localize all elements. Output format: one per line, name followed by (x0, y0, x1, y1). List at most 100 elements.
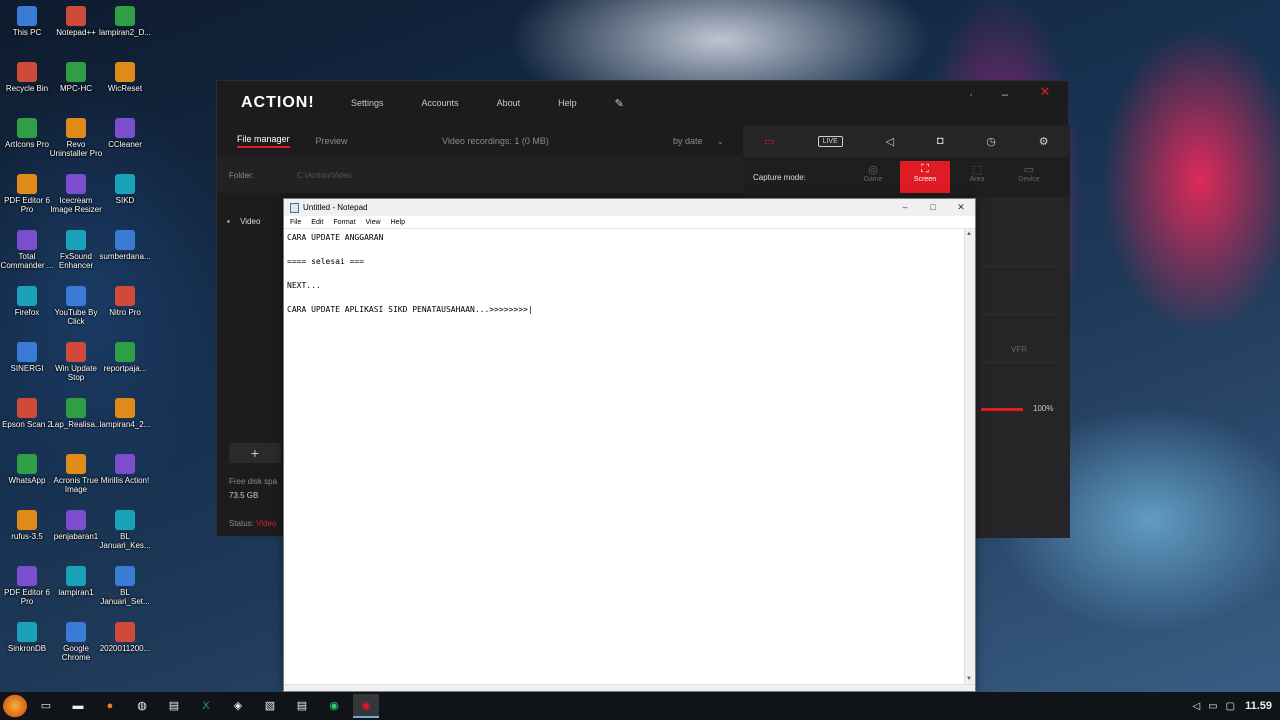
desktop-shortcut-label: reportpaja... (103, 364, 147, 373)
close-button[interactable]: ✕ (947, 199, 975, 216)
desktop-shortcut[interactable]: reportpaja... (98, 336, 152, 392)
volume-icon[interactable]: ◁ (1192, 701, 1200, 712)
vertical-scrollbar[interactable]: ▲ ▼ (964, 229, 975, 684)
add-button[interactable]: + (229, 443, 281, 463)
desktop-shortcut[interactable]: lampiran4_2... (98, 392, 152, 448)
desktop-shortcut-label: lampiran4_2... (99, 420, 151, 429)
menu-help[interactable]: Help (391, 219, 405, 226)
audio-icon[interactable]: ◁ (886, 135, 894, 148)
pin-icon[interactable]: · (969, 89, 973, 101)
desktop-shortcut[interactable]: Epson Scan 2 (0, 392, 54, 448)
desktop-shortcut[interactable]: ArtIcons Pro (0, 112, 54, 168)
app-icon[interactable]: ◈ (225, 694, 251, 718)
desktop-shortcut[interactable]: 2020011200... (98, 616, 152, 672)
notepad-icon[interactable]: ▧ (257, 694, 283, 718)
chevron-down-icon[interactable]: ⌄ (717, 137, 724, 146)
desktop-shortcut[interactable]: Total Commander ... (0, 224, 54, 280)
app-icon[interactable]: ◍ (129, 694, 155, 718)
desktop-shortcut[interactable]: This PC (0, 0, 54, 56)
desktop-shortcut[interactable]: Firefox (0, 280, 54, 336)
desktop-shortcut[interactable]: lampiran1 (49, 560, 103, 616)
desktop-shortcut[interactable]: Mirillis Action! (98, 448, 152, 504)
desktop-shortcut[interactable]: BL Januari_Kes... (98, 504, 152, 560)
video-folder-item[interactable]: ▪ Video (227, 217, 260, 226)
volume-slider[interactable] (981, 408, 1023, 411)
mode-device-button[interactable]: ▭ Device (1004, 161, 1054, 193)
menu-settings[interactable]: Settings (351, 98, 384, 108)
minimize-button[interactable]: – (891, 199, 919, 216)
desktop-shortcut[interactable]: sumberdana... (98, 224, 152, 280)
notepad-titlebar[interactable]: Untitled - Notepad – □ ✕ (284, 199, 975, 216)
settings-row[interactable] (981, 245, 1059, 267)
desktop-shortcut[interactable]: Lap_Realisa... (49, 392, 103, 448)
brush-icon[interactable]: ✎ (615, 97, 624, 110)
record-icon[interactable]: ▭ (764, 135, 774, 148)
start-button[interactable] (3, 694, 27, 718)
live-icon[interactable]: LIVE (817, 135, 843, 147)
desktop-shortcut[interactable]: rufus-3.5 (0, 504, 54, 560)
desktop-shortcut[interactable]: Revo Uninstaller Pro (49, 112, 103, 168)
desktop-shortcut-label: CCleaner (108, 140, 142, 149)
desktop-shortcut[interactable]: Recycle Bin (0, 56, 54, 112)
desktop-shortcut[interactable]: Notepad++ (49, 0, 103, 56)
desktop-shortcut[interactable]: Nitro Pro (98, 280, 152, 336)
desktop-icon[interactable]: ▭ (33, 694, 59, 718)
desktop-shortcut[interactable]: SINERGI (0, 336, 54, 392)
firefox-icon[interactable]: ● (97, 694, 123, 718)
desktop-shortcut[interactable]: FxSound Enhancer (49, 224, 103, 280)
maximize-button[interactable]: □ (919, 199, 947, 216)
menu-accounts[interactable]: Accounts (422, 98, 459, 108)
desktop-shortcut[interactable]: SinkronDB (0, 616, 54, 672)
sort-select[interactable]: by date (673, 136, 703, 146)
tab-file-manager[interactable]: File manager (237, 134, 290, 148)
desktop-shortcut[interactable]: penjabaran1 (49, 504, 103, 560)
desktop-shortcut[interactable]: Acronis True Image (49, 448, 103, 504)
mode-screen-button[interactable]: ⛶ Screen (900, 161, 950, 193)
notification-icon[interactable]: ▢ (1226, 701, 1235, 712)
desktop-shortcut[interactable]: Google Chrome (49, 616, 103, 672)
desktop-shortcut[interactable]: CCleaner (98, 112, 152, 168)
desktop-shortcut[interactable]: WhatsApp (0, 448, 54, 504)
clock[interactable]: 11.59 (1245, 700, 1272, 712)
desktop-shortcut[interactable]: lampiran2_D... (98, 0, 152, 56)
notepad-window[interactable]: Untitled - Notepad – □ ✕ File Edit Forma… (283, 198, 976, 692)
menu-format[interactable]: Format (333, 219, 355, 226)
mode-game-button[interactable]: ◎ Game (848, 161, 898, 193)
horizontal-scrollbar[interactable] (284, 684, 975, 691)
close-button[interactable]: ✕ (1022, 81, 1068, 103)
app-icon (17, 118, 37, 138)
network-icon[interactable]: ▭ (1208, 701, 1217, 712)
menu-edit[interactable]: Edit (311, 219, 323, 226)
menu-about[interactable]: About (497, 98, 521, 108)
desktop-shortcut[interactable]: Win Update Stop (49, 336, 103, 392)
camera-icon[interactable]: ◘ (937, 135, 944, 147)
settings-row[interactable] (981, 293, 1059, 315)
gear-icon[interactable]: ⚙ (1039, 135, 1049, 148)
file-explorer-icon[interactable]: ▬ (65, 694, 91, 718)
menu-help[interactable]: Help (558, 98, 577, 108)
desktop-shortcut[interactable]: PDF Editor 6 Pro (0, 560, 54, 616)
whatsapp-icon[interactable]: ◉ (321, 694, 347, 718)
mode-area-button[interactable]: ⬚ Area (952, 161, 1002, 193)
desktop-shortcut[interactable]: WicReset (98, 56, 152, 112)
app-icon (17, 62, 37, 82)
timer-icon[interactable]: ◷ (986, 135, 996, 148)
menu-view[interactable]: View (366, 219, 381, 226)
desktop-shortcut[interactable]: BL Januari_Set... (98, 560, 152, 616)
desktop-shortcut[interactable]: PDF Editor 6 Pro (0, 168, 54, 224)
minimize-button[interactable]: – (1002, 89, 1008, 101)
desktop-shortcut[interactable]: SIKD (98, 168, 152, 224)
desktop-shortcut[interactable]: YouTube By Click (49, 280, 103, 336)
tab-preview[interactable]: Preview (316, 136, 348, 146)
excel-icon[interactable]: X (193, 694, 219, 718)
desktop-shortcut[interactable]: Icecream Image Resizer (49, 168, 103, 224)
action-icon[interactable]: ◉ (353, 694, 379, 718)
menu-file[interactable]: File (290, 219, 301, 226)
notepadpp-icon[interactable]: ▤ (289, 694, 315, 718)
settings-row[interactable]: VFR (981, 341, 1059, 363)
notepadpp-icon[interactable]: ▤ (161, 694, 187, 718)
notepad-text-area[interactable]: CARA UPDATE ANGGARAN ==== selesai === NE… (284, 229, 964, 684)
desktop-shortcut[interactable]: MPC-HC (49, 56, 103, 112)
folder-path[interactable]: C:\Action\Video (297, 171, 352, 180)
capture-mode-row: Capture mode: ◎ Game ⛶ Screen ⬚ Area ▭ Devic… (743, 157, 1070, 197)
